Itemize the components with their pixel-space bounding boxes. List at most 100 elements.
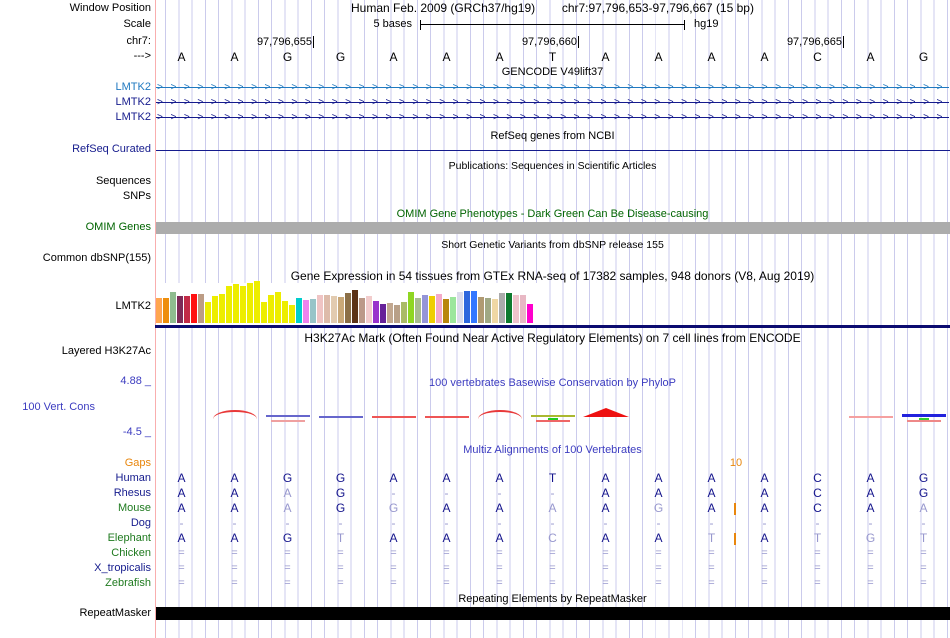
gtex-bar-chart[interactable] <box>156 281 536 323</box>
alignment-row-zebrafish[interactable]: = = = = = = = = = = = = = = = <box>155 576 950 591</box>
gene-row-lmtk2-0[interactable]: >>>>>>>>>>>>>>>>>>>>>>>>>>>>>>>>>>>>>>>>… <box>156 81 949 94</box>
gtex-tissue-bar[interactable] <box>429 296 435 323</box>
gtex-tissue-bar[interactable] <box>275 292 281 323</box>
refseq-title[interactable]: RefSeq genes from NCBI <box>155 130 950 143</box>
gtex-tissue-bar[interactable] <box>289 305 295 323</box>
label-publications-snps[interactable]: SNPs <box>123 190 151 203</box>
gtex-tissue-bar[interactable] <box>310 299 316 323</box>
label-publications-sequences[interactable]: Sequences <box>96 175 151 188</box>
gtex-tissue-bar[interactable] <box>471 291 477 323</box>
label-cons-track[interactable]: 100 Vert. Cons <box>22 401 95 414</box>
gtex-tissue-bar[interactable] <box>387 303 393 323</box>
publications-title[interactable]: Publications: Sequences in Scientific Ar… <box>155 160 950 173</box>
alignment-cell: A <box>760 486 769 500</box>
gtex-tissue-bar[interactable] <box>191 294 197 323</box>
gtex-tissue-bar[interactable] <box>443 299 449 323</box>
gtex-tissue-bar[interactable] <box>478 297 484 323</box>
omim-genes-bar[interactable] <box>156 222 950 234</box>
gtex-tissue-bar[interactable] <box>450 297 456 323</box>
gtex-tissue-bar[interactable] <box>205 302 211 323</box>
label-species-elephant: Elephant <box>107 532 151 544</box>
label-omim-genes[interactable]: OMIM Genes <box>86 221 151 234</box>
alignment-row-elephant[interactable]: AAGTAAACAATATGT <box>155 531 950 546</box>
gtex-tissue-bar[interactable] <box>219 294 225 323</box>
gtex-tissue-bar[interactable] <box>212 296 218 323</box>
label-gencode-gene-1[interactable]: LMTK2 <box>116 96 151 109</box>
gtex-tissue-bar[interactable] <box>296 298 302 323</box>
gtex-tissue-bar[interactable] <box>303 300 309 323</box>
conservation-title[interactable]: 100 vertebrates Basewise Conservation by… <box>155 377 950 390</box>
gtex-tissue-bar[interactable] <box>373 301 379 323</box>
gtex-tissue-bar[interactable] <box>352 290 358 323</box>
label-common-dbsnp[interactable]: Common dbSNP(155) <box>43 252 151 265</box>
label-refseq-curated[interactable]: RefSeq Curated <box>72 143 151 156</box>
gtex-tissue-bar[interactable] <box>415 298 421 323</box>
label-gencode-gene-2[interactable]: LMTK2 <box>116 111 151 124</box>
gencode-title[interactable]: GENCODE V49lift37 <box>155 66 950 79</box>
gtex-tissue-bar[interactable] <box>401 302 407 323</box>
gtex-tissue-bar[interactable] <box>499 293 505 323</box>
alignment-row-rhesus[interactable]: AAAG----AAAACAG <box>155 486 950 501</box>
alignment-cell: A <box>601 471 610 485</box>
gtex-tissue-bar[interactable] <box>156 298 162 323</box>
dbsnp-title[interactable]: Short Genetic Variants from dbSNP releas… <box>155 239 950 252</box>
gtex-tissue-bar[interactable] <box>408 292 414 323</box>
h3k27ac-title[interactable]: H3K27Ac Mark (Often Found Near Active Re… <box>155 332 950 345</box>
gene-row-lmtk2-2[interactable]: >>>>>>>>>>>>>>>>>>>>>>>>>>>>>>>>>>>>>>>>… <box>156 111 949 124</box>
refseq-curated-line[interactable] <box>156 150 950 151</box>
gtex-tissue-bar[interactable] <box>331 296 337 323</box>
gtex-tissue-bar[interactable] <box>464 291 470 323</box>
gtex-tissue-bar[interactable] <box>345 293 351 323</box>
label-repeatmasker[interactable]: RepeatMasker <box>79 607 151 620</box>
gtex-tissue-bar[interactable] <box>317 295 323 323</box>
gtex-tissue-bar[interactable] <box>513 295 519 323</box>
gtex-tissue-bar[interactable] <box>436 294 442 323</box>
conservation-wiggle[interactable] <box>155 396 950 436</box>
alignment-row-mouse[interactable]: AAAGGAAAAGAACAA <box>155 501 950 516</box>
gtex-tissue-bar[interactable] <box>457 292 463 323</box>
gtex-tissue-bar[interactable] <box>394 305 400 323</box>
alignment-row-human[interactable]: AAGGAAATAAAACAG <box>155 471 950 486</box>
gtex-tissue-bar[interactable] <box>261 302 267 323</box>
gtex-tissue-bar[interactable] <box>282 301 288 323</box>
repeatmasker-title[interactable]: Repeating Elements by RepeatMasker <box>155 593 950 606</box>
gtex-tissue-bar[interactable] <box>338 297 344 323</box>
alignment-cell: - <box>391 516 396 530</box>
phylop-segment-under <box>270 420 305 422</box>
gene-row-lmtk2-1[interactable]: >>>>>>>>>>>>>>>>>>>>>>>>>>>>>>>>>>>>>>>>… <box>156 96 949 109</box>
gtex-tissue-bar[interactable] <box>268 295 274 323</box>
gtex-tissue-bar[interactable] <box>485 298 491 323</box>
alignment-row-chicken[interactable]: = = = = = = = = = = = = = = = <box>155 546 950 561</box>
gtex-tissue-bar[interactable] <box>254 281 260 323</box>
alignment-row-dog[interactable]: --------------- <box>155 516 950 531</box>
gtex-tissue-bar[interactable] <box>366 296 372 323</box>
alignment-cell: = <box>655 547 662 559</box>
gtex-tissue-bar[interactable] <box>492 299 498 323</box>
alignment-cell: - <box>179 516 184 530</box>
gtex-tissue-bar[interactable] <box>177 296 183 323</box>
gtex-tissue-bar[interactable] <box>380 304 386 323</box>
alignment-row-x_tropicalis[interactable]: = = = = = = = = = = = = = = = <box>155 561 950 576</box>
multiz-title[interactable]: Multiz Alignments of 100 Vertebrates <box>155 444 950 457</box>
repeatmasker-bar[interactable] <box>156 607 950 620</box>
gtex-tissue-bar[interactable] <box>233 284 239 323</box>
base-sequence-row[interactable]: AAGGAAATAAAACAG <box>155 50 950 64</box>
gtex-tissue-bar[interactable] <box>247 283 253 323</box>
gtex-tissue-bar[interactable] <box>170 292 176 323</box>
gtex-tissue-bar[interactable] <box>527 304 533 323</box>
omim-title[interactable]: OMIM Gene Phenotypes - Dark Green Can Be… <box>155 208 950 221</box>
gtex-tissue-bar[interactable] <box>184 296 190 323</box>
label-layered-h3k27ac[interactable]: Layered H3K27Ac <box>62 345 151 358</box>
gtex-tissue-bar[interactable] <box>422 295 428 323</box>
gtex-tissue-bar[interactable] <box>240 286 246 323</box>
label-gencode-gene-0[interactable]: LMTK2 <box>116 81 151 94</box>
gtex-tissue-bar[interactable] <box>324 295 330 323</box>
gtex-tissue-bar[interactable] <box>359 298 365 323</box>
gtex-tissue-bar[interactable] <box>226 286 232 323</box>
gtex-tissue-bar[interactable] <box>198 294 204 323</box>
label-gtex-gene[interactable]: LMTK2 <box>116 300 151 313</box>
gtex-tissue-bar[interactable] <box>520 295 526 323</box>
alignment-cell: A <box>177 471 186 485</box>
gtex-tissue-bar[interactable] <box>506 293 512 323</box>
gtex-tissue-bar[interactable] <box>163 298 169 323</box>
